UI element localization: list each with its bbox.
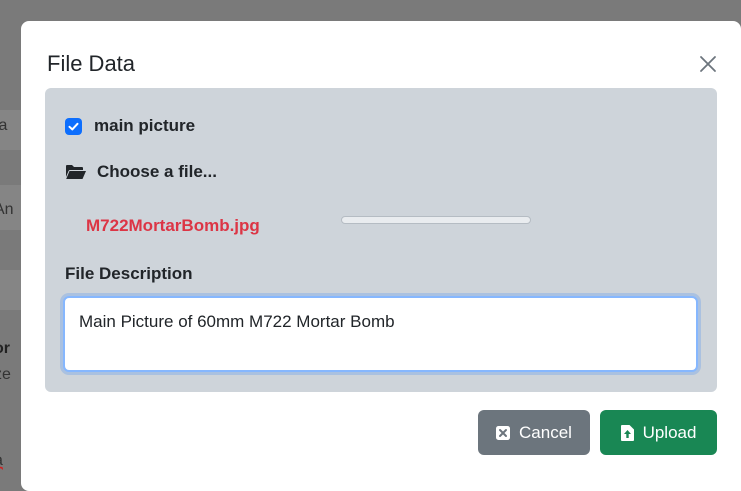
folder-open-icon — [66, 165, 86, 179]
upload-button-label: Upload — [642, 422, 697, 442]
file-description-input[interactable]: Main Picture of 60mm M722 Mortar Bomb — [63, 296, 698, 372]
main-picture-label[interactable]: main picture — [94, 116, 195, 136]
upload-button[interactable]: Upload — [600, 410, 717, 455]
choose-file-label: Choose a file... — [97, 162, 217, 181]
checkbox-check-icon — [68, 122, 79, 130]
choose-file-button[interactable]: Choose a file... — [65, 162, 217, 182]
file-form-panel: main picture Choose a file... M722Mortar… — [45, 88, 717, 392]
selected-file-name: M722MortarBomb.jpg — [86, 216, 260, 235]
cancel-x-icon — [496, 425, 511, 440]
file-upload-icon — [620, 424, 634, 441]
file-data-modal: File Data main picture Choose a file... … — [21, 21, 741, 491]
cancel-button[interactable]: Cancel — [478, 410, 590, 455]
cancel-button-label: Cancel — [519, 422, 572, 442]
file-description-label: File Description — [65, 264, 193, 283]
main-picture-checkbox[interactable] — [65, 117, 82, 135]
upload-progress-bar — [341, 216, 531, 224]
close-button[interactable] — [693, 49, 723, 79]
modal-title: File Data — [47, 51, 136, 76]
close-icon — [700, 56, 716, 72]
main-picture-row: main picture — [65, 116, 195, 136]
